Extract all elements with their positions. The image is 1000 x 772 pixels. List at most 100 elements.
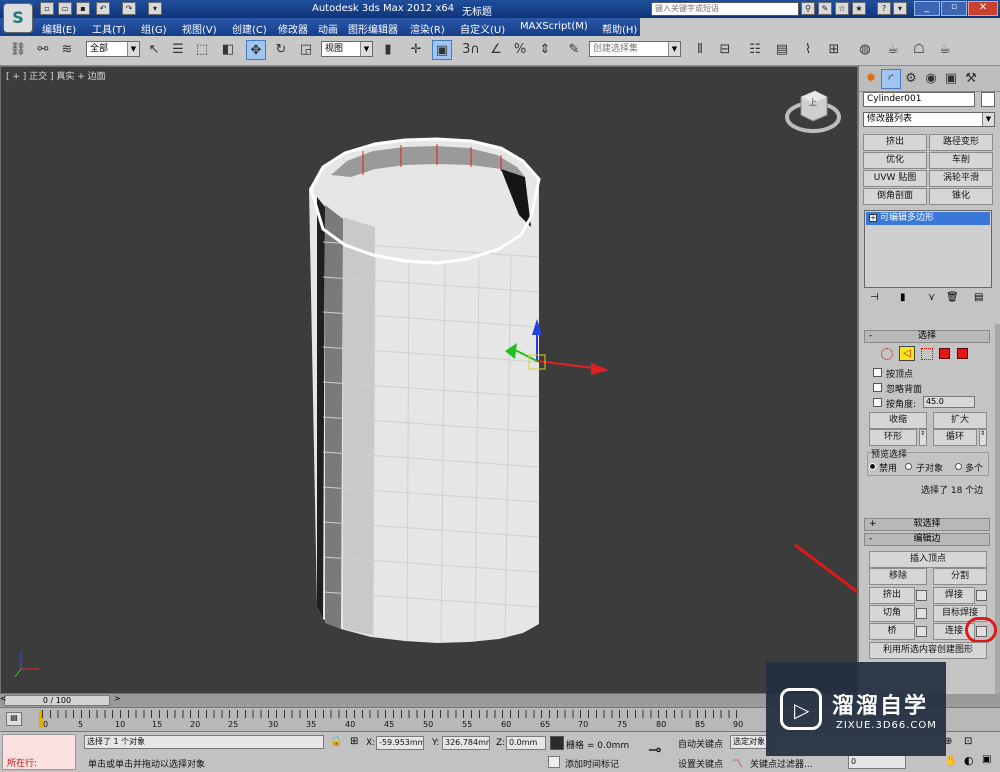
polygon-subobject-icon[interactable] [939, 348, 950, 359]
menu-maxscript[interactable]: MAXScript(M) [520, 21, 588, 32]
maximize-button[interactable]: ▫ [941, 1, 967, 16]
modifier-uvw-button[interactable]: UVW 贴图 [863, 170, 927, 187]
reference-coord-dropdown[interactable]: 视图 ▼ [321, 41, 373, 57]
menu-customize[interactable]: 自定义(U) [460, 21, 505, 36]
select-object-icon[interactable]: ↖ [144, 40, 164, 60]
ring-spinner[interactable]: ⇕ [919, 429, 927, 446]
select-rotate-icon[interactable]: ↻ [271, 40, 291, 60]
ring-button[interactable]: 环形 [869, 429, 917, 446]
app-logo[interactable]: S [3, 3, 33, 33]
help-icon[interactable]: ? [877, 2, 891, 15]
menu-rendering[interactable]: 渲染(R) [410, 21, 445, 36]
configure-sets-icon[interactable]: ▤ [974, 292, 983, 303]
x-coord-field[interactable]: -59.953mm [376, 736, 424, 750]
z-coord-field[interactable]: 0.0mm [506, 736, 546, 750]
chamfer-settings-button[interactable] [916, 608, 927, 619]
window-crossing-icon[interactable]: ◧ [218, 40, 238, 60]
angle-snap-icon[interactable]: ∠ [486, 40, 506, 60]
render-setup-icon[interactable]: ☕ [883, 40, 903, 60]
maximize-viewport-icon[interactable]: ▣ [982, 754, 991, 765]
modifier-extrude-button[interactable]: 挤出 [863, 134, 927, 151]
key-filters-button[interactable]: 关键点过滤器... [750, 757, 813, 770]
spinner-snap-icon[interactable]: ⇕ [535, 40, 555, 60]
align-icon[interactable]: ⊟ [715, 40, 735, 60]
modifier-list-dropdown[interactable]: 修改器列表 ▼ [863, 112, 995, 127]
curve-editor-icon[interactable]: ⌇ [798, 40, 818, 60]
object-name-field[interactable]: Cylinder001 [863, 92, 975, 107]
select-manipulate-icon[interactable]: ✛ [406, 40, 426, 60]
radio-multi[interactable] [955, 463, 962, 470]
bridge-button[interactable]: 桥 [869, 623, 915, 640]
pivot-center-icon[interactable]: ▮ [378, 40, 398, 60]
pin-stack-icon[interactable]: ⊣ [870, 292, 879, 303]
redo-icon[interactable]: ↷ [122, 2, 136, 15]
link-icon[interactable]: ⛓ [8, 40, 28, 60]
next-frame-icon[interactable]: > [114, 694, 121, 703]
rect-selection-icon[interactable]: ⬚ [192, 40, 212, 60]
set-key-button[interactable]: 设置关键点 [678, 757, 723, 770]
by-vertex-checkbox[interactable] [873, 368, 882, 377]
menu-views[interactable]: 视图(V) [182, 21, 217, 36]
material-editor-icon[interactable]: ◍ [855, 40, 875, 60]
select-move-icon[interactable]: ✥ [246, 40, 266, 60]
absolute-mode-icon[interactable]: ⊞ [350, 736, 358, 747]
tools-icon[interactable]: ✎ [818, 2, 832, 15]
save-file-icon[interactable]: ▪ [76, 2, 90, 15]
modifier-stack-list[interactable]: + 可编辑多边形 [864, 210, 992, 288]
percent-snap-icon[interactable]: % [510, 40, 530, 60]
soft-selection-rollout-header[interactable]: + 软选择 [864, 518, 990, 531]
selection-rollout-header[interactable]: - 选择 [864, 330, 990, 343]
panel-scrollbar[interactable] [995, 324, 1000, 694]
modifier-path-deform-button[interactable]: 路径变形 [929, 134, 993, 151]
time-slider-thumb[interactable]: 0 / 100 [4, 695, 110, 706]
close-button[interactable]: ✕ [968, 1, 998, 16]
show-end-result-icon[interactable]: ▮ [900, 292, 906, 303]
current-frame-field[interactable]: 0 [848, 755, 906, 769]
unlink-icon[interactable]: ⚯ [33, 40, 53, 60]
bind-spacewarp-icon[interactable]: ≋ [57, 40, 77, 60]
add-time-tag-label[interactable]: 添加时间标记 [565, 757, 619, 770]
undo-icon[interactable]: ↶ [96, 2, 110, 15]
lock-selection-icon[interactable]: 🔒 [330, 736, 342, 747]
zoom-extents-icon[interactable]: ⊡ [964, 736, 972, 747]
by-angle-spinner[interactable]: 45.0 [923, 396, 975, 408]
binoculars-icon[interactable]: ⚲ [801, 2, 815, 15]
extrude-settings-button[interactable] [916, 590, 927, 601]
modifier-turbosmooth-button[interactable]: 涡轮平滑 [929, 170, 993, 187]
split-button[interactable]: 分割 [933, 568, 987, 585]
help-dropdown-icon[interactable]: ▾ [893, 2, 907, 15]
vertex-subobject-icon[interactable] [881, 348, 893, 360]
menu-modifiers[interactable]: 修改器 [278, 21, 308, 36]
make-unique-icon[interactable]: ⋎ [928, 292, 935, 303]
quick-access-dropdown-icon[interactable]: ▾ [148, 2, 162, 15]
maxscript-listener[interactable]: 所在行: [2, 734, 76, 770]
snaps-toggle-icon[interactable]: 3∩ [461, 40, 481, 60]
ignore-backfacing-checkbox[interactable] [873, 383, 882, 392]
element-subobject-icon[interactable] [957, 348, 968, 359]
remove-button[interactable]: 移除 [869, 568, 927, 585]
menu-tools[interactable]: 工具(T) [92, 21, 126, 36]
edge-subobject-icon[interactable]: ◁ [899, 346, 915, 361]
create-tab-icon[interactable]: ✸ [861, 69, 881, 89]
orbit-icon[interactable]: ◐ [964, 754, 974, 767]
mirror-icon[interactable]: ⫴ [690, 40, 710, 60]
chamfer-button[interactable]: 切角 [869, 605, 915, 622]
rendered-frame-icon[interactable]: ☖ [909, 40, 929, 60]
grow-button[interactable]: 扩大 [933, 412, 987, 429]
minimize-button[interactable]: _ [914, 1, 940, 16]
modifier-optimize-button[interactable]: 优化 [863, 152, 927, 169]
perspective-viewport[interactable]: [ + ] 正交 ] 真实 + 边面 上 [0, 66, 859, 694]
track-bar-menu-icon[interactable]: ▤ [6, 712, 22, 726]
object-color-swatch[interactable] [981, 92, 995, 107]
y-coord-field[interactable]: 326.784mm [442, 736, 490, 750]
create-shape-button[interactable]: 利用所选内容创建图形 [869, 642, 987, 659]
remove-modifier-icon[interactable]: 🗑 [946, 292, 959, 303]
extrude-button[interactable]: 挤出 [869, 587, 915, 604]
menu-help[interactable]: 帮助(H) [602, 21, 637, 36]
hierarchy-tab-icon[interactable]: ⚙ [901, 69, 921, 89]
utilities-tab-icon[interactable]: ⚒ [961, 69, 981, 89]
radio-off[interactable] [869, 463, 876, 470]
display-tab-icon[interactable]: ▣ [941, 69, 961, 89]
modifier-bevel-profile-button[interactable]: 倒角剖面 [863, 188, 927, 205]
graphite-ribbon-icon[interactable]: ▤ [772, 40, 792, 60]
